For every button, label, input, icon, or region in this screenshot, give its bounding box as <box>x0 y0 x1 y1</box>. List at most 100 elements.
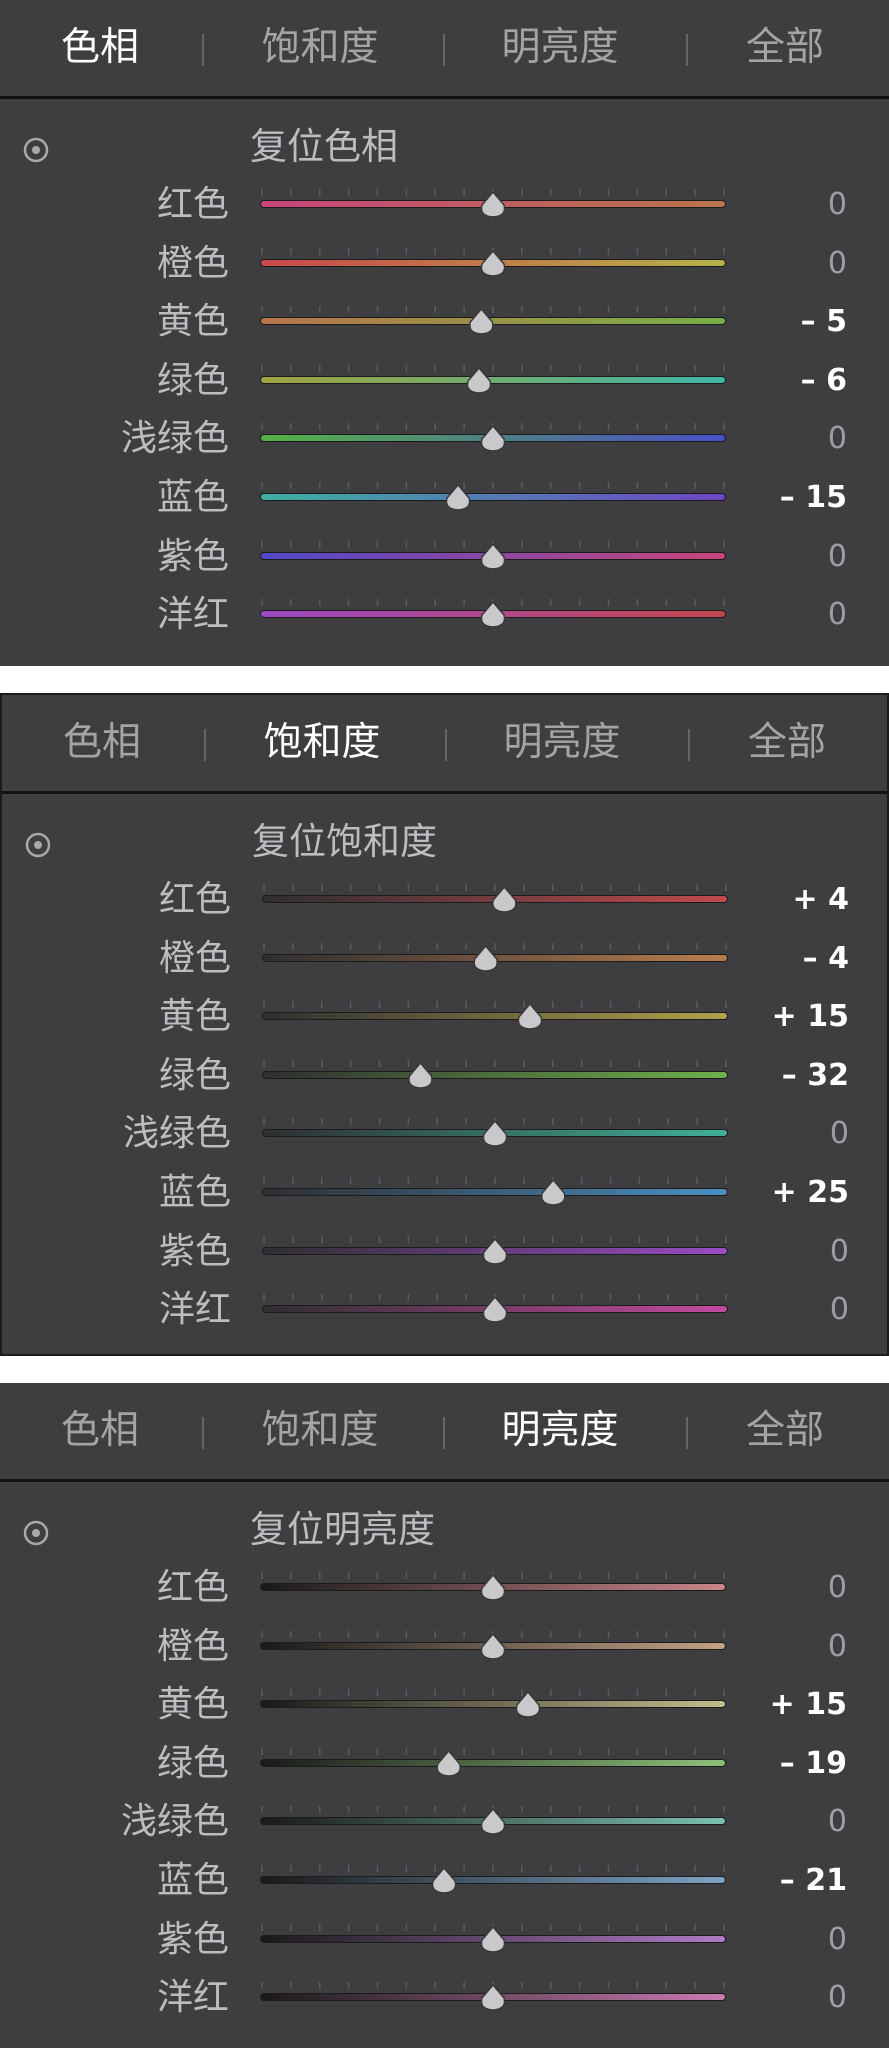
slider-value[interactable]: 0 <box>828 235 847 293</box>
slider-value[interactable]: – 4 <box>803 930 849 988</box>
tab-hue[interactable]: 色相 <box>20 22 180 74</box>
blue-slider[interactable] <box>260 1164 730 1222</box>
slider-thumb[interactable] <box>480 249 506 277</box>
tab-separator <box>445 729 447 761</box>
tab-saturation[interactable]: 饱和度 <box>220 1405 420 1457</box>
yellow-slider[interactable] <box>260 988 730 1046</box>
slider-thumb[interactable] <box>482 1296 508 1323</box>
slider-thumb[interactable] <box>445 483 471 511</box>
aqua-slider[interactable] <box>258 410 728 468</box>
slider-row-red: 红色 0 <box>0 176 889 234</box>
slider-thumb[interactable] <box>482 1120 508 1148</box>
slider-value[interactable]: 0 <box>828 1618 847 1676</box>
slider-value[interactable]: 0 <box>830 1281 849 1339</box>
slider-value[interactable]: – 6 <box>801 352 847 410</box>
slider-thumb[interactable] <box>482 1237 508 1265</box>
slider-value[interactable]: 0 <box>828 176 847 234</box>
slider-value[interactable]: – 21 <box>780 1852 847 1910</box>
red-slider[interactable] <box>258 1559 728 1617</box>
slider-row-blue: 蓝色 – 21 <box>0 1852 889 1910</box>
green-slider[interactable] <box>260 1047 730 1105</box>
yellow-slider[interactable] <box>258 1676 728 1734</box>
slider-value[interactable]: + 15 <box>770 1676 847 1734</box>
slider-thumb[interactable] <box>469 308 494 335</box>
slider-label: 红色 <box>158 879 231 920</box>
aqua-slider[interactable] <box>260 1105 730 1163</box>
tab-hue[interactable]: 色相 <box>20 1405 180 1457</box>
red-slider[interactable] <box>258 176 728 234</box>
purple-slider[interactable] <box>258 1911 728 1969</box>
slider-value[interactable]: 0 <box>828 410 847 468</box>
aqua-slider[interactable] <box>258 1793 728 1851</box>
slider-label: 洋红 <box>156 594 229 636</box>
slider-thumb[interactable] <box>466 366 492 394</box>
slider-thumb[interactable] <box>480 1925 506 1953</box>
tab-luminance[interactable]: 明亮度 <box>460 1405 660 1457</box>
blue-slider[interactable] <box>258 1852 728 1910</box>
green-slider[interactable] <box>258 352 728 410</box>
slider-row-orange: 橙色 0 <box>0 235 889 293</box>
slider-value[interactable]: – 5 <box>801 293 847 351</box>
slider-thumb[interactable] <box>480 1632 506 1660</box>
blue-slider[interactable] <box>258 469 728 527</box>
tab-all[interactable]: 全部 <box>702 717 872 769</box>
target-adjust-icon[interactable] <box>22 136 50 164</box>
slider-thumb[interactable] <box>480 601 506 628</box>
reset-hue-label[interactable]: 复位色相 <box>250 122 398 172</box>
purple-slider[interactable] <box>260 1223 730 1281</box>
slider-value[interactable]: 0 <box>828 1559 847 1617</box>
slider-thumb[interactable] <box>473 944 498 972</box>
slider-thumb[interactable] <box>492 885 517 913</box>
yellow-slider[interactable] <box>258 293 728 351</box>
slider-value[interactable]: 0 <box>828 1969 847 2027</box>
slider-thumb[interactable] <box>480 1573 506 1601</box>
slider-value[interactable]: 0 <box>828 1793 847 1851</box>
purple-slider[interactable] <box>258 528 728 586</box>
magenta-slider[interactable] <box>258 1969 728 2027</box>
target-adjust-icon[interactable] <box>22 1519 50 1547</box>
slider-value[interactable]: – 15 <box>780 469 847 527</box>
tab-all[interactable]: 全部 <box>700 1405 870 1457</box>
tab-hue[interactable]: 色相 <box>22 717 182 769</box>
target-adjust-icon[interactable] <box>24 831 52 859</box>
slider-label: 绿色 <box>156 1742 229 1784</box>
slider-thumb[interactable] <box>541 1178 566 1206</box>
orange-slider[interactable] <box>258 1618 728 1676</box>
slider-value[interactable]: 0 <box>830 1105 849 1163</box>
slider-thumb[interactable] <box>436 1749 461 1777</box>
slider-label: 紫色 <box>156 1918 229 1960</box>
slider-value[interactable]: – 19 <box>780 1735 847 1793</box>
slider-thumb[interactable] <box>515 1691 541 1718</box>
tab-all[interactable]: 全部 <box>700 22 870 74</box>
tab-luminance[interactable]: 明亮度 <box>462 717 662 769</box>
magenta-slider[interactable] <box>258 586 728 644</box>
magenta-slider[interactable] <box>260 1281 730 1339</box>
tab-bar: 色相 饱和度 明亮度 全部 <box>0 1383 889 1479</box>
slider-value[interactable]: 0 <box>828 1911 847 1969</box>
slider-value[interactable]: 0 <box>828 528 847 586</box>
slider-value[interactable]: 0 <box>828 586 847 644</box>
slider-thumb[interactable] <box>480 425 506 453</box>
reset-luminance-label[interactable]: 复位明亮度 <box>250 1505 435 1555</box>
slider-value[interactable]: + 15 <box>772 988 849 1046</box>
slider-value[interactable]: 0 <box>830 1223 849 1281</box>
tab-luminance[interactable]: 明亮度 <box>460 22 660 74</box>
slider-thumb[interactable] <box>517 1003 543 1030</box>
slider-value[interactable]: + 25 <box>772 1164 849 1222</box>
orange-slider[interactable] <box>260 930 730 988</box>
slider-value[interactable]: + 4 <box>793 871 849 929</box>
tab-saturation[interactable]: 饱和度 <box>222 717 422 769</box>
slider-value[interactable]: – 32 <box>782 1047 849 1105</box>
slider-label: 橙色 <box>156 242 229 284</box>
tab-saturation[interactable]: 饱和度 <box>220 22 420 74</box>
slider-label: 橙色 <box>156 1625 229 1667</box>
slider-thumb[interactable] <box>480 190 506 218</box>
slider-thumb[interactable] <box>480 1808 506 1836</box>
slider-thumb[interactable] <box>408 1061 433 1089</box>
slider-thumb[interactable] <box>480 542 506 570</box>
reset-saturation-label[interactable]: 复位饱和度 <box>252 817 437 867</box>
red-slider[interactable] <box>260 871 730 929</box>
orange-slider[interactable] <box>258 235 728 293</box>
green-slider[interactable] <box>258 1735 728 1793</box>
slider-thumb[interactable] <box>480 1984 506 2011</box>
